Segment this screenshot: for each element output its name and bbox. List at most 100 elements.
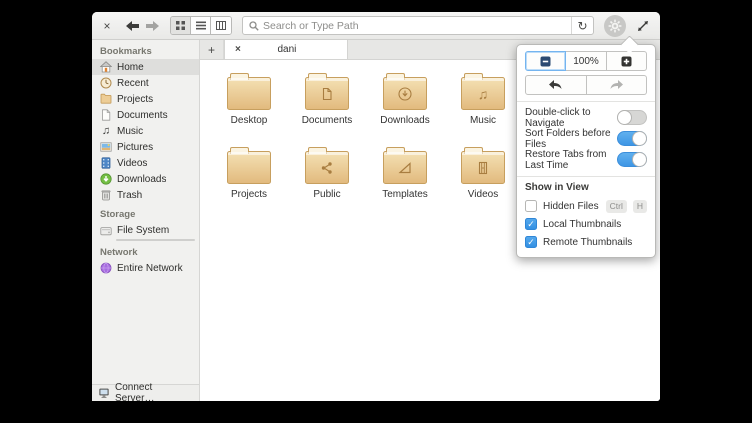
document-icon [100, 109, 112, 121]
folder-item-desktop[interactable]: Desktop [210, 72, 288, 134]
sidebar-item-entire-network[interactable]: Entire Network [92, 260, 199, 276]
folder-icon [227, 73, 271, 110]
list-view-button[interactable] [191, 17, 211, 34]
list-view-icon [195, 21, 206, 30]
disk-usage-bar [116, 239, 195, 241]
sidebar-item-trash[interactable]: Trash [92, 187, 199, 203]
folder-item-projects[interactable]: Projects [210, 146, 288, 208]
sidebar-item-file-system[interactable]: File System [92, 222, 199, 241]
folder-label: Templates [382, 189, 428, 200]
undo-button[interactable] [525, 75, 587, 95]
toggle-label: Sort Folders before Files [525, 127, 611, 150]
shortcut-key-ctrl: Ctrl [605, 199, 627, 213]
hidden-files-checkbox[interactable] [525, 200, 537, 212]
music-glyph-icon: ♫ [477, 85, 489, 102]
grid-view-icon [176, 21, 185, 30]
tab-dani[interactable]: × dani [224, 40, 348, 59]
sidebar-item-home[interactable]: Home [92, 59, 199, 75]
undo-arrow-icon [549, 80, 562, 89]
fullscreen-button[interactable] [634, 17, 652, 35]
search-input[interactable]: Search or Type Path ↻ [242, 16, 594, 35]
folder-label: Downloads [380, 115, 430, 126]
sidebar-item-documents[interactable]: Documents [92, 107, 199, 123]
folder-item-music[interactable]: ♫ Music [444, 72, 522, 134]
sidebar-item-label: Documents [117, 109, 168, 121]
sidebar-header-bookmarks: Bookmarks [100, 46, 152, 57]
zoom-level: 100% [566, 51, 607, 71]
sidebar-item-projects[interactable]: Projects [92, 91, 199, 107]
folder-label: Projects [230, 189, 268, 200]
column-view-button[interactable] [211, 17, 231, 34]
gear-icon [608, 19, 622, 32]
double-click-navigate-row: Double-click to Navigate [525, 107, 647, 129]
zoom-in-icon [621, 56, 632, 66]
connect-server-button[interactable]: Connect Server… [92, 382, 199, 404]
remote-thumbnails-row: ✓ Remote Thumbnails [525, 233, 647, 251]
back-button[interactable] [122, 16, 142, 36]
restore-tabs-row: Restore Tabs from Last Time [525, 148, 647, 171]
sidebar-item-label: Entire Network [117, 262, 183, 274]
redo-arrow-icon [610, 80, 623, 89]
settings-menu-button[interactable] [604, 14, 626, 37]
toggle-label: Restore Tabs from Last Time [525, 148, 607, 171]
forward-arrow-icon [145, 20, 159, 31]
tab-close-icon[interactable]: × [235, 44, 241, 55]
sidebar-item-label: Projects [117, 93, 154, 105]
redo-button[interactable] [586, 75, 647, 95]
folder-label: Public [313, 189, 341, 200]
sidebar-item-recent[interactable]: Recent [92, 75, 199, 91]
restore-tabs-toggle[interactable] [617, 152, 647, 167]
folder-label: Music [469, 115, 497, 126]
film-glyph-icon [478, 161, 488, 174]
picture-icon [100, 141, 112, 153]
folder-item-videos[interactable]: Videos [444, 146, 522, 208]
sort-folders-toggle[interactable] [617, 131, 647, 146]
folder-icon [227, 147, 271, 184]
folder-icon [100, 93, 112, 105]
zoom-in-button[interactable] [606, 51, 647, 71]
recent-clock-icon [100, 77, 112, 89]
remote-thumbnails-checkbox[interactable]: ✓ [525, 236, 537, 248]
forward-button[interactable] [142, 16, 162, 36]
network-globe-icon [100, 262, 112, 274]
folder-item-downloads[interactable]: Downloads [366, 72, 444, 134]
hidden-files-row: Hidden Files Ctrl H [525, 197, 647, 215]
sidebar-item-downloads[interactable]: Downloads [92, 171, 199, 187]
zoom-out-icon [540, 56, 551, 66]
window-close-button[interactable]: × [100, 19, 114, 33]
folder-item-public[interactable]: Public [288, 146, 366, 208]
sidebar-item-music[interactable]: ♫ Music [92, 123, 199, 139]
folder-item-templates[interactable]: Templates [366, 146, 444, 208]
template-glyph-icon [398, 161, 411, 173]
toolbar: × Search or Type Path ↻ [92, 12, 660, 40]
search-placeholder: Search or Type Path [263, 19, 359, 32]
search-icon [249, 20, 259, 31]
sidebar-item-label: Home [117, 61, 144, 73]
new-tab-button[interactable]: + [200, 40, 224, 59]
sidebar-item-videos[interactable]: Videos [92, 155, 199, 171]
sidebar-item-pictures[interactable]: Pictures [92, 139, 199, 155]
show-in-view-header: Show in View [525, 182, 589, 193]
sidebar-item-label: Music [117, 125, 144, 137]
sidebar: Bookmarks Home Recent Projects Documents… [92, 40, 200, 404]
sidebar-item-label: Trash [117, 189, 143, 201]
zoom-level-label: 100% [573, 55, 599, 67]
toggle-knob [617, 110, 632, 125]
settings-popover: 100% Double-click to Navigate Sort Folde… [516, 44, 656, 258]
double-click-navigate-toggle[interactable] [617, 110, 647, 125]
grid-view-button[interactable] [171, 17, 191, 34]
document-glyph-icon [322, 87, 332, 100]
video-icon [100, 157, 112, 169]
local-thumbnails-checkbox[interactable]: ✓ [525, 218, 537, 230]
screen: × Search or Type Path ↻ Bookmarks Home R… [0, 0, 752, 423]
tab-label: dani [277, 44, 297, 55]
server-icon [98, 387, 110, 399]
view-switcher [170, 16, 232, 35]
zoom-out-button[interactable] [525, 51, 567, 71]
trash-icon [100, 189, 112, 201]
column-view-icon [216, 21, 226, 30]
folder-label: Documents [301, 115, 353, 126]
refresh-button[interactable]: ↻ [571, 17, 593, 34]
folder-item-documents[interactable]: Documents [288, 72, 366, 134]
share-glyph-icon [321, 161, 332, 174]
